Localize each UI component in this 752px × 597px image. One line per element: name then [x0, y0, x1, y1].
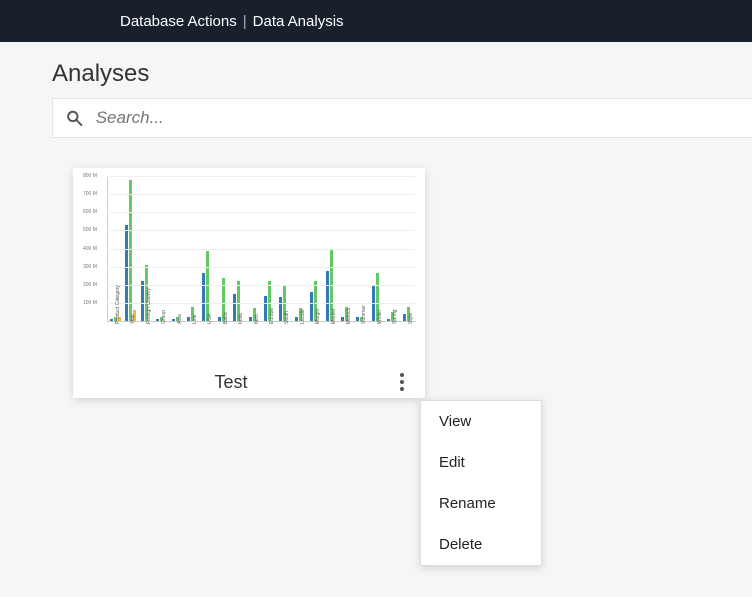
- search-icon: [65, 108, 84, 128]
- menu-item-edit[interactable]: Edit: [421, 442, 541, 483]
- x-tick-label: Style: [408, 313, 414, 324]
- search-input[interactable]: [94, 107, 752, 129]
- bar: [172, 319, 175, 321]
- y-tick-label: 600 M: [83, 209, 97, 215]
- y-tick-label: 400 M: [83, 246, 97, 252]
- x-tick-label: USA: [207, 314, 213, 324]
- y-tick-label: 700 M: [83, 191, 97, 197]
- bar: [264, 296, 267, 321]
- bar: [403, 314, 406, 321]
- x-tick-label: Item: [254, 314, 260, 324]
- x-tick-label: Metrics: [346, 308, 352, 324]
- bar: [206, 251, 209, 321]
- menu-item-delete[interactable]: Delete: [421, 524, 541, 565]
- x-tick-label: Spring: [392, 310, 398, 324]
- bar: [310, 292, 313, 321]
- menu-item-rename[interactable]: Rename: [421, 483, 541, 524]
- y-tick-label: 500 M: [83, 227, 97, 233]
- x-tick-label: Europe: [269, 308, 275, 324]
- page-title: Analyses: [52, 60, 752, 88]
- bar: [187, 317, 190, 321]
- x-tick-label: India: [238, 313, 244, 324]
- card-footer: Test: [73, 366, 425, 398]
- bar: [341, 317, 344, 321]
- x-tick-label: Market: [331, 309, 337, 324]
- x-tick-label: Product Category: [115, 285, 121, 324]
- bar: [218, 317, 221, 321]
- bar: [233, 294, 236, 321]
- menu-item-view[interactable]: View: [421, 401, 541, 442]
- bar: [295, 317, 298, 321]
- bar: [125, 225, 128, 321]
- x-tick-label: Margin: [315, 309, 321, 324]
- bar: [356, 317, 359, 321]
- x-tick-label: Year: [130, 314, 136, 324]
- y-tick-label: 200 M: [83, 282, 97, 288]
- search-bar[interactable]: [52, 98, 752, 138]
- x-tick-label: Group: [161, 310, 167, 324]
- bar: [279, 297, 282, 321]
- x-tick-label: Summer: [361, 305, 367, 324]
- y-tick-label: 100 M: [83, 300, 97, 306]
- breadcrumb-current[interactable]: Data Analysis: [253, 13, 344, 30]
- context-menu: View Edit Rename Delete: [420, 400, 542, 566]
- top-navbar: Database Actions | Data Analysis: [0, 0, 752, 42]
- bar: [110, 319, 113, 321]
- more-actions-icon[interactable]: [389, 369, 415, 395]
- x-tick-label: South: [284, 311, 290, 324]
- bar: [129, 180, 132, 321]
- card-title: Test: [73, 372, 389, 393]
- x-tick-label: Asia: [177, 314, 183, 324]
- bar: [202, 273, 205, 321]
- analysis-card[interactable]: 800 M 700 M 600 M 500 M 400 M 300 M 200 M 100 M…: [73, 168, 425, 398]
- x-tick-label: Baltic: [223, 312, 229, 324]
- y-tick-label: 800 M: [83, 173, 97, 179]
- x-tick-label: Winter: [377, 310, 383, 324]
- breadcrumb-root[interactable]: Database Actions: [120, 13, 237, 30]
- bar: [141, 281, 144, 321]
- breadcrumb-divider: |: [243, 13, 247, 30]
- chart-thumbnail: 800 M 700 M 600 M 500 M 400 M 300 M 200 M 100 M…: [83, 176, 415, 366]
- x-tick-label: Foreign Country: [146, 288, 152, 324]
- bar: [156, 319, 159, 321]
- bar: [387, 319, 390, 321]
- x-tick-label: Locale: [300, 309, 306, 324]
- x-tick-label: Line: [192, 315, 198, 324]
- bar: [326, 271, 329, 321]
- bar: [249, 317, 252, 321]
- y-tick-label: 300 M: [83, 264, 97, 270]
